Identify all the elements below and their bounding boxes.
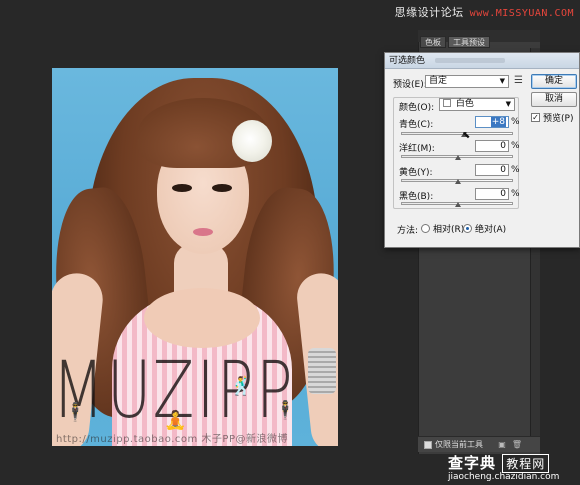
photo-hair-flower — [232, 120, 272, 162]
preset-options-icon[interactable]: ☰ — [514, 75, 523, 86]
photo-lips — [193, 228, 213, 236]
cyan-slider[interactable] — [401, 132, 513, 135]
cyan-label: 青色(C): — [399, 120, 434, 130]
method-absolute-radio[interactable]: 绝对(A) — [463, 222, 506, 235]
magenta-slider-thumb[interactable] — [455, 155, 461, 160]
color-swatch — [443, 99, 451, 107]
method-relative-label: 相对(R) — [433, 225, 465, 235]
colors-value: 白色 — [455, 99, 474, 109]
chevron-down-icon: ▼ — [505, 100, 511, 108]
method-label: 方法: — [397, 226, 419, 236]
preset-value: 自定 — [429, 76, 448, 86]
cyan-value-input[interactable]: +8 — [475, 116, 509, 128]
black-slider-thumb[interactable] — [455, 202, 461, 207]
watermark-brand-box: 教程网 — [502, 454, 550, 473]
chevron-down-icon: ▼ — [499, 77, 505, 85]
preview-checkbox[interactable]: ✓ 预览(P) — [531, 111, 573, 124]
photo-bracelets — [308, 348, 336, 394]
photo-eye-left — [172, 184, 192, 192]
preset-select[interactable]: 自定 ▼ — [425, 75, 509, 88]
site-watermark-bottom: 查字典 教程网 jiaocheng.chazidian.com — [440, 452, 580, 485]
ok-button[interactable]: 确定 — [531, 74, 577, 89]
watermark-title: 思缘设计论坛 — [394, 6, 464, 19]
panel-footer-icons: ▣ 🗑 — [498, 440, 522, 449]
trash-icon[interactable]: 🗑 — [512, 440, 522, 449]
dialog-titlebar: 可选颜色 — [385, 53, 579, 69]
tab-swatches[interactable]: 色板 — [420, 36, 446, 48]
photo-eye-right — [212, 184, 232, 192]
selective-color-dialog: 可选颜色 预设(E): 自定 ▼ ☰ 确定 取消 ✓ 预览(P) 颜色(O): … — [384, 52, 580, 248]
black-label: 黑色(B): — [399, 192, 434, 202]
watermark-url: www.MISSYUAN.COM — [469, 8, 574, 19]
preset-label: 预设(E): — [393, 80, 427, 90]
document-canvas[interactable]: MUZIPP 🕴 🕺 🧘 🕴 http://muzipp.taobao.com … — [52, 68, 338, 446]
preview-label: 预览(P) — [543, 114, 574, 124]
magenta-value-input[interactable]: 0 — [475, 140, 509, 152]
titlebar-blurred-text — [435, 58, 505, 63]
magenta-percent: % — [511, 141, 520, 151]
check-icon: ✓ — [531, 113, 540, 122]
cyan-percent: % — [511, 117, 520, 127]
current-tool-only-checkbox[interactable] — [424, 440, 432, 449]
panel-tabs: 色板 工具预设 — [420, 36, 490, 48]
yellow-slider-thumb[interactable] — [455, 179, 461, 184]
watermark-bottom-url: jiaocheng.chazidian.com — [448, 472, 560, 482]
silhouette-figure-icon: 🕴 — [274, 400, 297, 421]
radio-icon — [421, 224, 430, 233]
colors-label: 颜色(O): — [399, 103, 435, 113]
cancel-button[interactable]: 取消 — [531, 92, 577, 107]
yellow-percent: % — [511, 165, 520, 175]
current-tool-only-label: 仅限当前工具 — [435, 440, 483, 449]
radio-selected-icon — [463, 224, 472, 233]
photo-chest — [144, 288, 260, 348]
watermark-brand-text: 查字典 — [448, 454, 497, 472]
site-watermark-top: 思缘设计论坛 www.MISSYUAN.COM — [395, 4, 574, 20]
yellow-label: 黄色(Y): — [399, 168, 433, 178]
muzipp-url-text: http://muzipp.taobao.com 木子PP@新浪微博 — [56, 434, 288, 445]
dialog-title: 可选颜色 — [389, 56, 426, 66]
panel-footer: 仅限当前工具 ▣ 🗑 — [418, 436, 540, 452]
tab-tool-presets[interactable]: 工具预设 — [448, 36, 490, 48]
black-percent: % — [511, 189, 520, 199]
silhouette-figure-icon: 🕴 — [64, 402, 87, 423]
new-preset-icon[interactable]: ▣ — [498, 440, 506, 449]
yellow-value-input[interactable]: 0 — [475, 164, 509, 176]
method-absolute-label: 绝对(A) — [475, 225, 507, 235]
watermark-brand: 查字典 教程网 — [448, 452, 550, 473]
method-relative-radio[interactable]: 相对(R) — [421, 222, 464, 235]
magenta-label: 洋红(M): — [399, 144, 435, 154]
silhouette-figure-icon: 🕺 — [230, 376, 253, 397]
silhouette-figure-icon: 🧘 — [164, 410, 187, 431]
colors-select[interactable]: 白色 ▼ — [439, 98, 515, 111]
mouse-cursor-icon: ⬉ — [462, 130, 471, 141]
black-value-input[interactable]: 0 — [475, 188, 509, 200]
